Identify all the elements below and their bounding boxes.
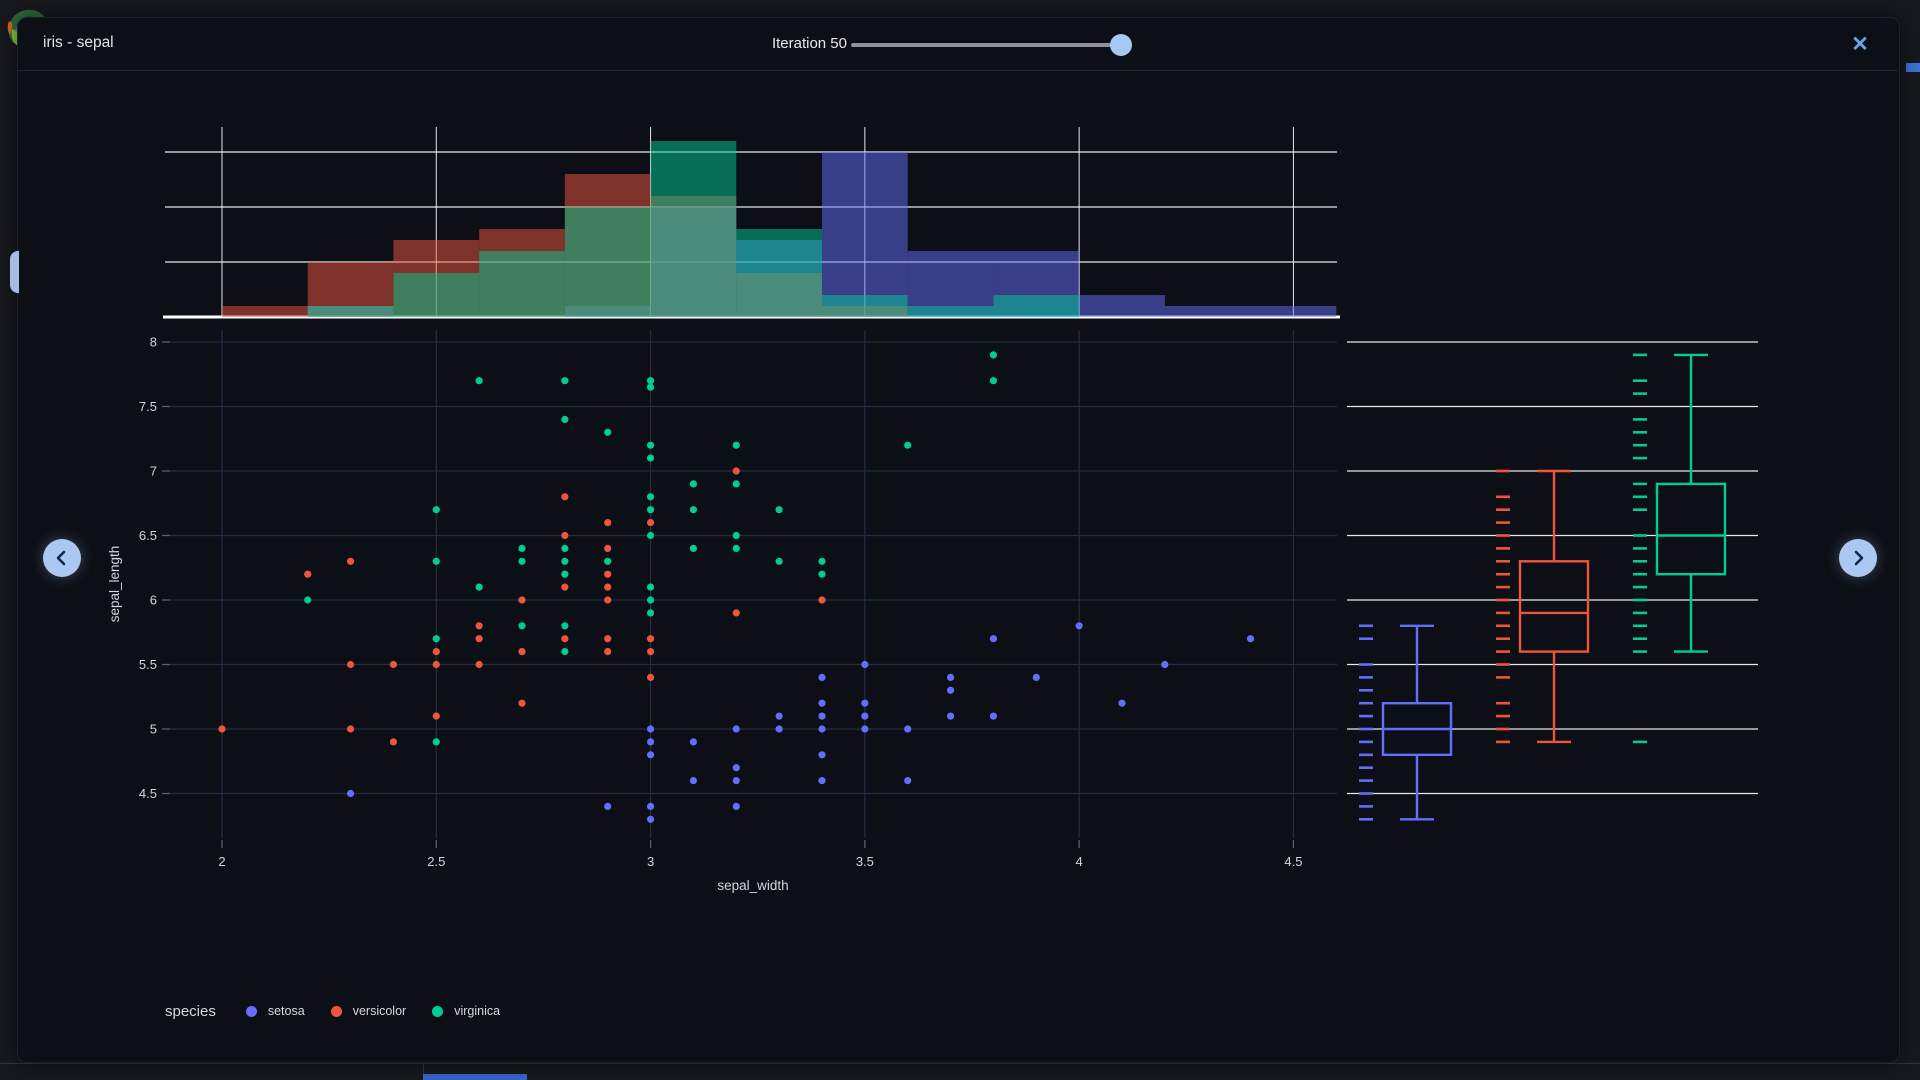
legend: species setosa versicolor virginica <box>165 997 526 1025</box>
chevron-left-icon <box>50 546 74 570</box>
close-button[interactable]: ✕ <box>1845 32 1875 58</box>
legend-item-label: setosa <box>268 1004 305 1018</box>
chart-modal <box>17 17 1900 1063</box>
next-button[interactable] <box>1839 539 1877 577</box>
screen: iris - sepal Iteration 50 ✕ 22.533.544.5… <box>0 0 1920 1080</box>
iteration-slider-track[interactable] <box>851 43 1121 47</box>
legend-item-label: versicolor <box>353 1004 407 1018</box>
legend-dot-versicolor <box>331 1006 342 1017</box>
legend-dot-virginica <box>432 1006 443 1017</box>
iteration-label: Iteration 50 <box>650 35 847 52</box>
legend-item-setosa[interactable]: setosa <box>246 1004 305 1018</box>
right-scroll-indicator[interactable] <box>1906 63 1920 72</box>
legend-title: species <box>165 1003 216 1020</box>
prev-button[interactable] <box>43 539 81 577</box>
bottom-scroll-indicator[interactable] <box>423 1074 527 1080</box>
legend-item-virginica[interactable]: virginica <box>432 1004 500 1018</box>
panel-divider-horizontal <box>0 1063 1920 1064</box>
legend-dot-setosa <box>246 1006 257 1017</box>
drawer-handle[interactable] <box>10 251 19 293</box>
iteration-slider-thumb[interactable] <box>1110 34 1132 56</box>
chevron-right-icon <box>1846 546 1870 570</box>
page-title: iris - sepal <box>43 34 114 52</box>
close-icon: ✕ <box>1851 33 1869 56</box>
legend-item-label: virginica <box>454 1004 500 1018</box>
legend-item-versicolor[interactable]: versicolor <box>331 1004 407 1018</box>
